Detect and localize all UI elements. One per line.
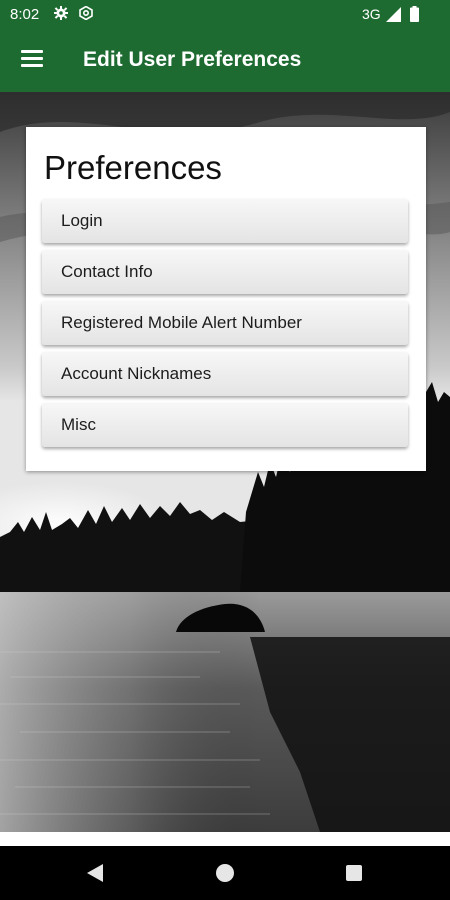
status-bar: 8:02 3G [0,0,450,30]
app-bar: Edit User Preferences [0,30,450,92]
recents-icon[interactable] [346,865,362,881]
phone-screen: 8:02 3G Edit User Preferences Preference… [0,0,450,900]
misc-button[interactable]: Misc [42,403,408,447]
hex-settings-icon [79,6,93,20]
login-button-label: Login [61,211,103,230]
settings-gear-icon [54,6,68,20]
registered-mobile-alert-number-button-label: Registered Mobile Alert Number [61,313,302,332]
contact-info-button-label: Contact Info [61,262,153,281]
account-nicknames-button[interactable]: Account Nicknames [42,352,408,396]
bottom-divider [0,832,450,846]
system-nav-bar [0,846,450,900]
network-type: 3G [362,6,381,22]
registered-mobile-alert-number-button[interactable]: Registered Mobile Alert Number [42,301,408,345]
signal-icon [386,7,401,22]
home-icon[interactable] [216,864,234,882]
battery-icon [410,6,419,22]
preferences-card: Preferences Login Contact Info Registere… [26,127,426,471]
card-title: Preferences [44,149,222,186]
back-icon[interactable] [87,864,103,882]
hamburger-menu-icon[interactable] [21,50,43,68]
misc-button-label: Misc [61,415,96,434]
account-nicknames-button-label: Account Nicknames [61,364,212,383]
contact-info-button[interactable]: Contact Info [42,250,408,294]
login-button[interactable]: Login [42,199,408,243]
page-title: Edit User Preferences [83,48,302,71]
status-time: 8:02 [10,6,40,23]
